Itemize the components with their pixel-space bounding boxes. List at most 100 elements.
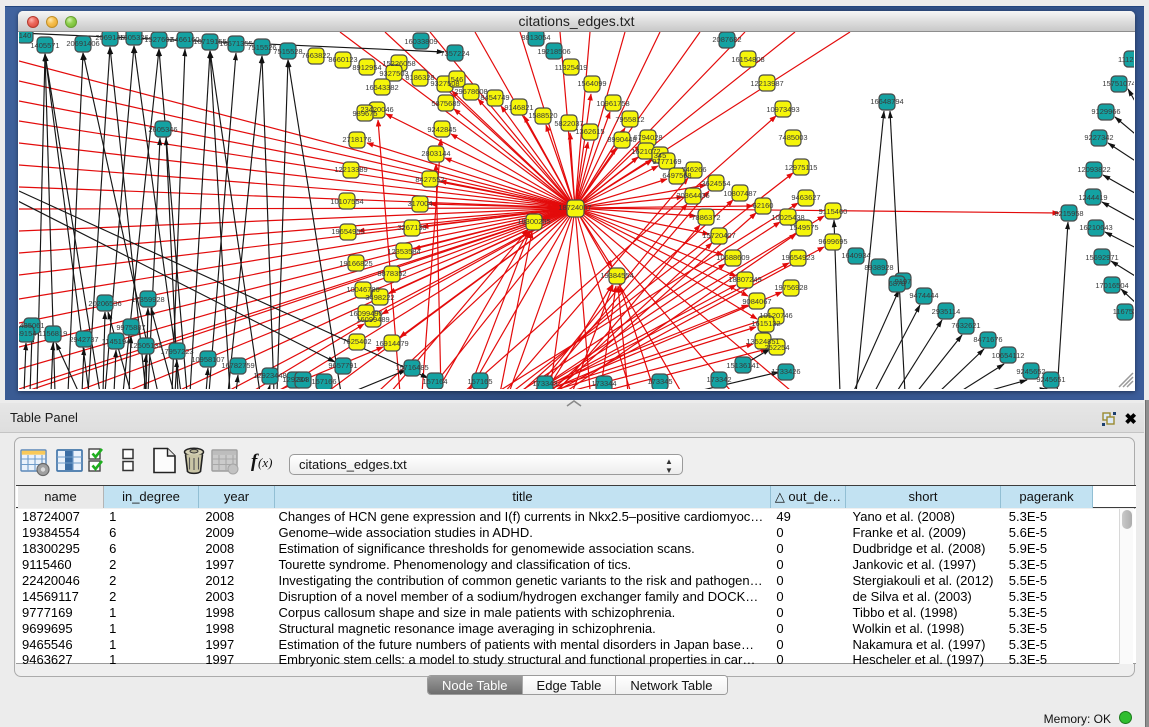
svg-text:1362615: 1362615 bbox=[575, 127, 604, 136]
svg-text:17359928: 17359928 bbox=[131, 295, 164, 304]
svg-text:9245651: 9245651 bbox=[1036, 375, 1065, 384]
svg-text:19756928: 19756928 bbox=[774, 283, 807, 292]
svg-text:18724007: 18724007 bbox=[558, 203, 591, 212]
svg-text:12093822: 12093822 bbox=[1077, 165, 1110, 174]
svg-text:8990448: 8990448 bbox=[607, 135, 636, 144]
svg-text:12353584: 12353584 bbox=[387, 247, 420, 256]
svg-text:6794028: 6794028 bbox=[633, 133, 662, 142]
svg-text:8938928: 8938928 bbox=[864, 263, 893, 272]
svg-text:7625402: 7625402 bbox=[342, 337, 371, 346]
svg-text:10025438: 10025438 bbox=[771, 213, 804, 222]
svg-text:15136141: 15136141 bbox=[726, 361, 759, 370]
svg-text:10973493: 10973493 bbox=[766, 105, 799, 114]
svg-text:252254: 252254 bbox=[764, 343, 789, 352]
svg-text:2605346: 2605346 bbox=[148, 125, 177, 134]
svg-text:9242845: 9242845 bbox=[427, 125, 456, 134]
svg-text:157164: 157164 bbox=[422, 377, 447, 386]
svg-text:16099490: 16099490 bbox=[349, 309, 382, 318]
svg-text:1615132: 1615132 bbox=[751, 319, 780, 328]
svg-text:9463627: 9463627 bbox=[791, 193, 820, 202]
svg-text:6497568: 6497568 bbox=[662, 171, 691, 180]
svg-text:12975115: 12975115 bbox=[785, 163, 818, 172]
svg-text:8454749: 8454749 bbox=[480, 93, 509, 102]
svg-text:173342: 173342 bbox=[706, 375, 731, 384]
svg-text:1733426: 1733426 bbox=[771, 367, 800, 376]
svg-text:10958107: 10958107 bbox=[191, 355, 224, 364]
svg-text:17016504: 17016504 bbox=[1095, 281, 1128, 290]
svg-text:10807487: 10807487 bbox=[723, 189, 756, 198]
svg-text:15716485: 15716485 bbox=[395, 363, 428, 372]
svg-text:18807249: 18807249 bbox=[728, 275, 761, 284]
svg-text:12213389: 12213389 bbox=[334, 165, 367, 174]
svg-text:1549575: 1549575 bbox=[789, 223, 818, 232]
svg-text:1564099: 1564099 bbox=[577, 79, 606, 88]
svg-text:6878: 6878 bbox=[889, 279, 906, 288]
svg-text:18300295: 18300295 bbox=[517, 217, 550, 226]
svg-text:1156819: 1156819 bbox=[39, 329, 68, 338]
svg-text:16782759: 16782759 bbox=[221, 361, 254, 370]
svg-text:16914479: 16914479 bbox=[375, 339, 408, 348]
svg-text:39154: 39154 bbox=[19, 329, 36, 338]
svg-text:16648794: 16648794 bbox=[870, 97, 903, 106]
svg-text:1405571: 1405571 bbox=[30, 41, 59, 50]
svg-text:9115460: 9115460 bbox=[819, 207, 848, 216]
svg-text:9657791: 9657791 bbox=[328, 361, 357, 370]
svg-text:12505135: 12505135 bbox=[129, 341, 162, 350]
svg-text:8878352: 8878352 bbox=[377, 269, 406, 278]
svg-text:16154808: 16154808 bbox=[731, 55, 764, 64]
svg-text:16210643: 16210643 bbox=[1079, 223, 1112, 232]
svg-text:116753: 116753 bbox=[1113, 307, 1134, 316]
svg-text:20206536: 20206536 bbox=[88, 299, 121, 308]
svg-text:173343: 173343 bbox=[532, 379, 557, 388]
svg-text:9474444: 9474444 bbox=[909, 291, 938, 300]
svg-text:2942737: 2942737 bbox=[69, 335, 98, 344]
svg-text:8912954: 8912954 bbox=[352, 63, 381, 72]
svg-text:11325419: 11325419 bbox=[555, 63, 588, 72]
svg-text:2087682: 2087682 bbox=[712, 35, 741, 44]
svg-text:19384554: 19384554 bbox=[600, 271, 633, 280]
svg-text:1112748: 1112748 bbox=[1118, 55, 1134, 64]
svg-text:2935114: 2935114 bbox=[932, 307, 961, 316]
svg-text:7357224: 7357224 bbox=[440, 49, 469, 58]
svg-text:1244419: 1244419 bbox=[1078, 193, 1107, 202]
svg-text:9975887: 9975887 bbox=[116, 323, 145, 332]
svg-text:7632621: 7632621 bbox=[951, 321, 980, 330]
svg-text:173344: 173344 bbox=[591, 379, 616, 388]
svg-text:10688609: 10688609 bbox=[716, 253, 749, 262]
svg-text:62160: 62160 bbox=[753, 201, 774, 210]
svg-text:9227342: 9227342 bbox=[1084, 133, 1113, 142]
svg-text:12213987: 12213987 bbox=[750, 79, 783, 88]
svg-text:15692971: 15692971 bbox=[1085, 253, 1118, 262]
svg-text:3267130: 3267130 bbox=[397, 223, 426, 232]
svg-text:2803144: 2803144 bbox=[421, 149, 450, 158]
svg-text:7515526: 7515526 bbox=[247, 43, 276, 52]
svg-text:9129966: 9129966 bbox=[1091, 107, 1120, 116]
svg-text:157166: 157166 bbox=[311, 377, 336, 386]
svg-text:173345: 173345 bbox=[647, 377, 672, 386]
svg-text:7955812: 7955812 bbox=[615, 115, 644, 124]
svg-text:8471676: 8471676 bbox=[973, 335, 1002, 344]
svg-text:3498222: 3498222 bbox=[365, 293, 394, 302]
svg-text:10654112: 10654112 bbox=[992, 351, 1025, 360]
svg-text:16543382: 16543382 bbox=[365, 83, 398, 92]
svg-text:10107554: 10107554 bbox=[330, 197, 363, 206]
svg-text:15720407: 15720407 bbox=[702, 231, 735, 240]
svg-text:8215958: 8215958 bbox=[1054, 209, 1083, 218]
svg-text:15226058: 15226058 bbox=[382, 59, 415, 68]
svg-text:8813054: 8813054 bbox=[521, 33, 550, 42]
svg-text:7886372: 7886372 bbox=[691, 213, 720, 222]
svg-text:19218506: 19218506 bbox=[537, 47, 570, 56]
svg-text:7485003: 7485003 bbox=[778, 133, 807, 142]
svg-text:19654923: 19654923 bbox=[781, 253, 814, 262]
svg-text:2718176: 2718176 bbox=[342, 135, 371, 144]
svg-text:9699695: 9699695 bbox=[818, 237, 847, 246]
svg-text:5875685: 5875685 bbox=[431, 99, 460, 108]
svg-text:9777169: 9777169 bbox=[652, 157, 681, 166]
svg-text:9327503: 9327503 bbox=[379, 69, 408, 78]
svg-text:7515528: 7515528 bbox=[273, 47, 302, 56]
svg-text:140: 140 bbox=[19, 32, 31, 40]
svg-text:1588520: 1588520 bbox=[528, 111, 557, 120]
svg-text:15751074: 15751074 bbox=[1102, 79, 1134, 88]
svg-text:16033809: 16033809 bbox=[404, 37, 437, 46]
svg-text:19166825: 19166825 bbox=[339, 259, 372, 268]
